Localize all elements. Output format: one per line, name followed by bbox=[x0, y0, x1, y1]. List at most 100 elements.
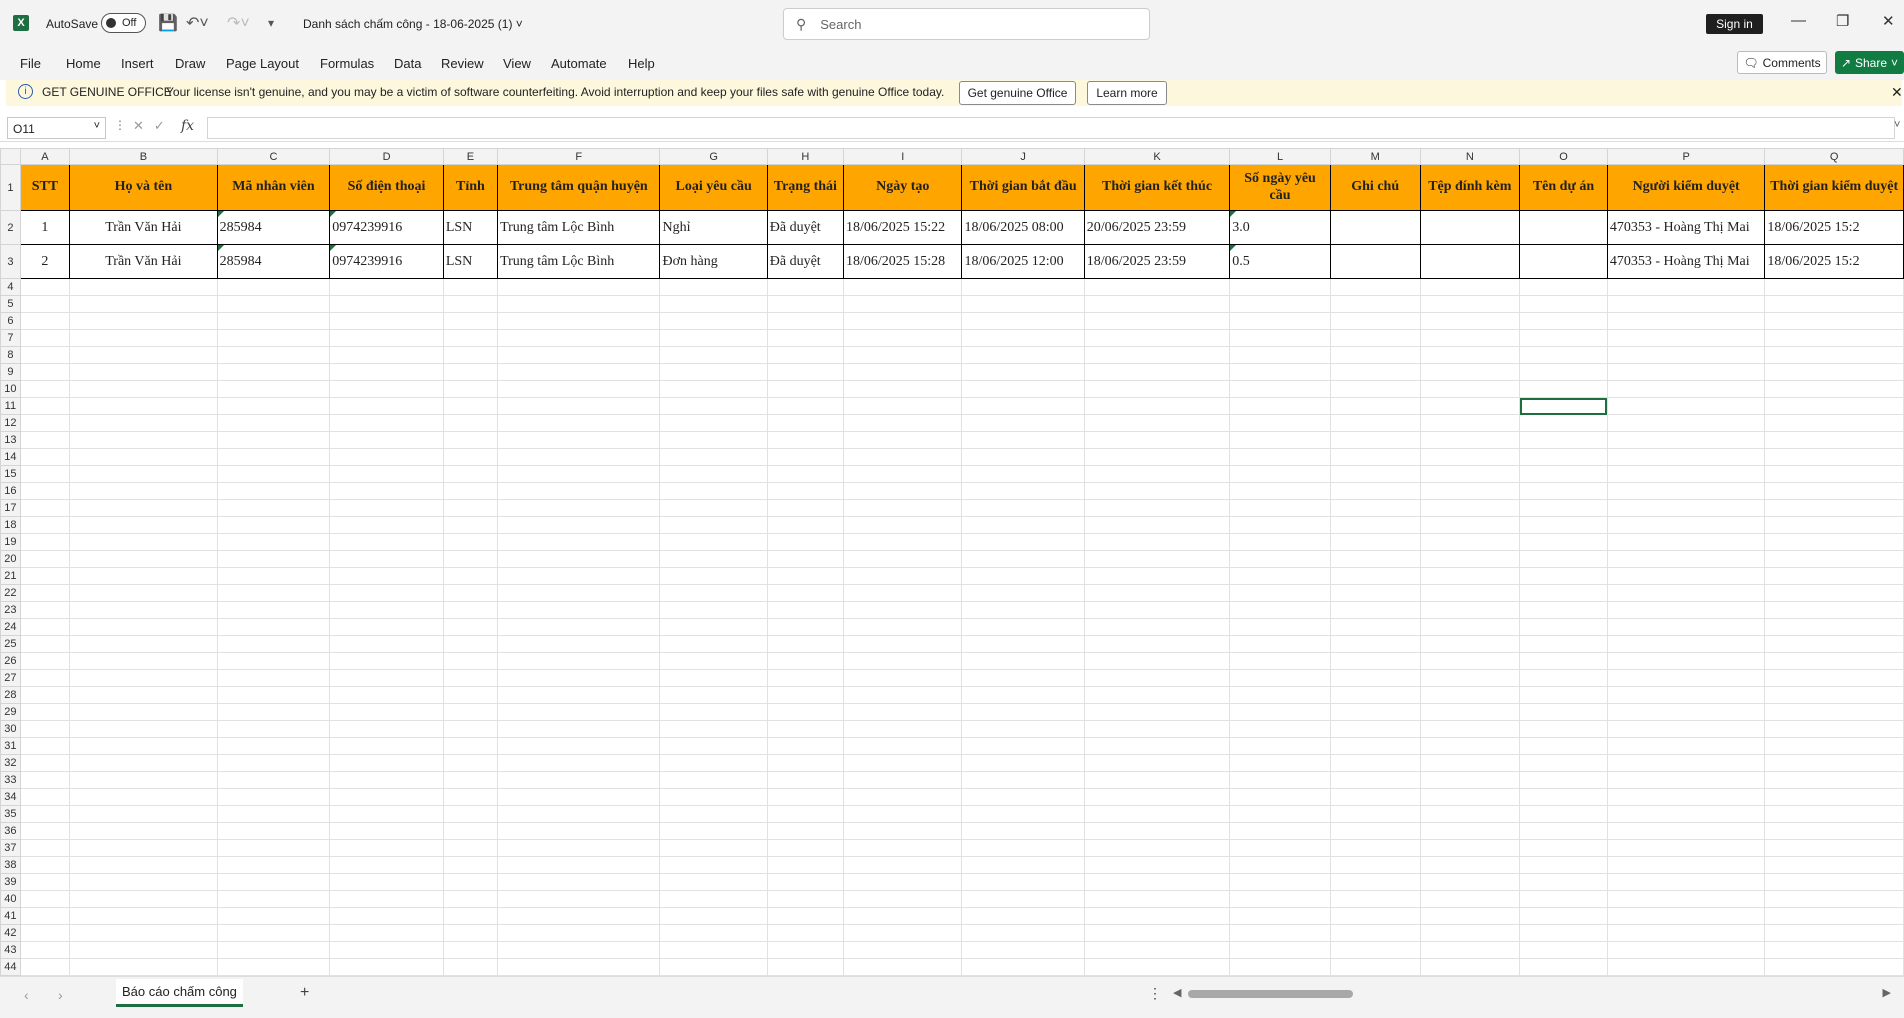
cell-p42[interactable] bbox=[1606, 924, 1766, 942]
cell-q31[interactable] bbox=[1764, 737, 1904, 755]
column-header-i[interactable]: I bbox=[842, 148, 963, 165]
cell-f30[interactable] bbox=[497, 720, 661, 738]
cell-j20[interactable] bbox=[961, 550, 1085, 568]
cell-b42[interactable] bbox=[69, 924, 218, 942]
cell-a12[interactable] bbox=[19, 414, 71, 432]
cell-k35[interactable] bbox=[1083, 805, 1231, 823]
cell-f42[interactable] bbox=[497, 924, 661, 942]
cell-g41[interactable] bbox=[659, 907, 768, 925]
cell-g25[interactable] bbox=[659, 635, 768, 653]
cell-n30[interactable] bbox=[1419, 720, 1521, 738]
cell-k18[interactable] bbox=[1083, 516, 1231, 534]
cell-i6[interactable] bbox=[842, 312, 963, 330]
cell-o34[interactable] bbox=[1519, 788, 1608, 806]
cell-p36[interactable] bbox=[1606, 822, 1766, 840]
cell-q19[interactable] bbox=[1764, 533, 1904, 551]
cell-p22[interactable] bbox=[1606, 584, 1766, 602]
cell-k5[interactable] bbox=[1083, 295, 1231, 313]
row-header-30[interactable]: 30 bbox=[0, 720, 21, 738]
row-header-40[interactable]: 40 bbox=[0, 890, 21, 908]
cell-p35[interactable] bbox=[1606, 805, 1766, 823]
cell-i11[interactable] bbox=[842, 397, 963, 415]
cell-f29[interactable] bbox=[497, 703, 661, 721]
cell-n29[interactable] bbox=[1419, 703, 1521, 721]
column-header-q[interactable]: Q bbox=[1764, 148, 1904, 165]
cell-c41[interactable] bbox=[216, 907, 331, 925]
cell-f28[interactable] bbox=[497, 686, 661, 704]
column-title-c[interactable]: Mã nhân viên bbox=[216, 164, 331, 211]
row-header-41[interactable]: 41 bbox=[0, 907, 21, 925]
cell-n5[interactable] bbox=[1419, 295, 1521, 313]
cell-k19[interactable] bbox=[1083, 533, 1231, 551]
cell-p43[interactable] bbox=[1606, 941, 1766, 959]
tab-help[interactable]: Help bbox=[628, 56, 655, 71]
cell-b9[interactable] bbox=[69, 363, 218, 381]
cell-k17[interactable] bbox=[1083, 499, 1231, 517]
cell-d38[interactable] bbox=[329, 856, 444, 874]
cell-b18[interactable] bbox=[69, 516, 218, 534]
cell-g19[interactable] bbox=[659, 533, 768, 551]
cell-d8[interactable] bbox=[329, 346, 444, 364]
cell-a26[interactable] bbox=[19, 652, 71, 670]
cell-e24[interactable] bbox=[442, 618, 499, 636]
cell-m29[interactable] bbox=[1329, 703, 1421, 721]
cell-a35[interactable] bbox=[19, 805, 71, 823]
cell-j12[interactable] bbox=[961, 414, 1085, 432]
cell-c6[interactable] bbox=[216, 312, 331, 330]
cell-q37[interactable] bbox=[1764, 839, 1904, 857]
cell-e18[interactable] bbox=[442, 516, 499, 534]
cell-o40[interactable] bbox=[1519, 890, 1608, 908]
cell-e10[interactable] bbox=[442, 380, 499, 398]
row-header-25[interactable]: 25 bbox=[0, 635, 21, 653]
cell-k22[interactable] bbox=[1083, 584, 1231, 602]
cell-p11[interactable] bbox=[1606, 397, 1766, 415]
cell-q2[interactable]: 18/06/2025 15:2 bbox=[1764, 210, 1904, 245]
cell-c19[interactable] bbox=[216, 533, 331, 551]
cell-j36[interactable] bbox=[961, 822, 1085, 840]
cell-h44[interactable] bbox=[766, 958, 845, 976]
cell-i17[interactable] bbox=[842, 499, 963, 517]
cell-a5[interactable] bbox=[19, 295, 71, 313]
cell-e29[interactable] bbox=[442, 703, 499, 721]
cell-c36[interactable] bbox=[216, 822, 331, 840]
cell-e42[interactable] bbox=[442, 924, 499, 942]
cell-g16[interactable] bbox=[659, 482, 768, 500]
cell-p18[interactable] bbox=[1606, 516, 1766, 534]
cell-a36[interactable] bbox=[19, 822, 71, 840]
cell-j6[interactable] bbox=[961, 312, 1085, 330]
tab-home[interactable]: Home bbox=[66, 56, 101, 71]
cell-f3[interactable]: Trung tâm Lộc Bình bbox=[497, 244, 661, 279]
row-header-33[interactable]: 33 bbox=[0, 771, 21, 789]
cell-j44[interactable] bbox=[961, 958, 1085, 976]
cell-q38[interactable] bbox=[1764, 856, 1904, 874]
cell-e31[interactable] bbox=[442, 737, 499, 755]
row-header-34[interactable]: 34 bbox=[0, 788, 21, 806]
cell-d14[interactable] bbox=[329, 448, 444, 466]
cell-h38[interactable] bbox=[766, 856, 845, 874]
cell-c28[interactable] bbox=[216, 686, 331, 704]
cell-l14[interactable] bbox=[1229, 448, 1331, 466]
add-sheet-icon[interactable]: + bbox=[300, 984, 309, 1002]
cell-j42[interactable] bbox=[961, 924, 1085, 942]
cell-f4[interactable] bbox=[497, 278, 661, 296]
cell-h16[interactable] bbox=[766, 482, 845, 500]
cell-d4[interactable] bbox=[329, 278, 444, 296]
column-title-n[interactable]: Tệp đính kèm bbox=[1419, 164, 1521, 211]
tab-automate[interactable]: Automate bbox=[551, 56, 607, 71]
cell-n24[interactable] bbox=[1419, 618, 1521, 636]
cell-o42[interactable] bbox=[1519, 924, 1608, 942]
cell-i28[interactable] bbox=[842, 686, 963, 704]
cell-c12[interactable] bbox=[216, 414, 331, 432]
cell-l11[interactable] bbox=[1229, 397, 1331, 415]
cell-o24[interactable] bbox=[1519, 618, 1608, 636]
cell-i40[interactable] bbox=[842, 890, 963, 908]
cell-l15[interactable] bbox=[1229, 465, 1331, 483]
cell-j7[interactable] bbox=[961, 329, 1085, 347]
cell-n19[interactable] bbox=[1419, 533, 1521, 551]
cell-c7[interactable] bbox=[216, 329, 331, 347]
cell-d20[interactable] bbox=[329, 550, 444, 568]
cell-m44[interactable] bbox=[1329, 958, 1421, 976]
cell-a4[interactable] bbox=[19, 278, 71, 296]
cell-f33[interactable] bbox=[497, 771, 661, 789]
cell-j28[interactable] bbox=[961, 686, 1085, 704]
